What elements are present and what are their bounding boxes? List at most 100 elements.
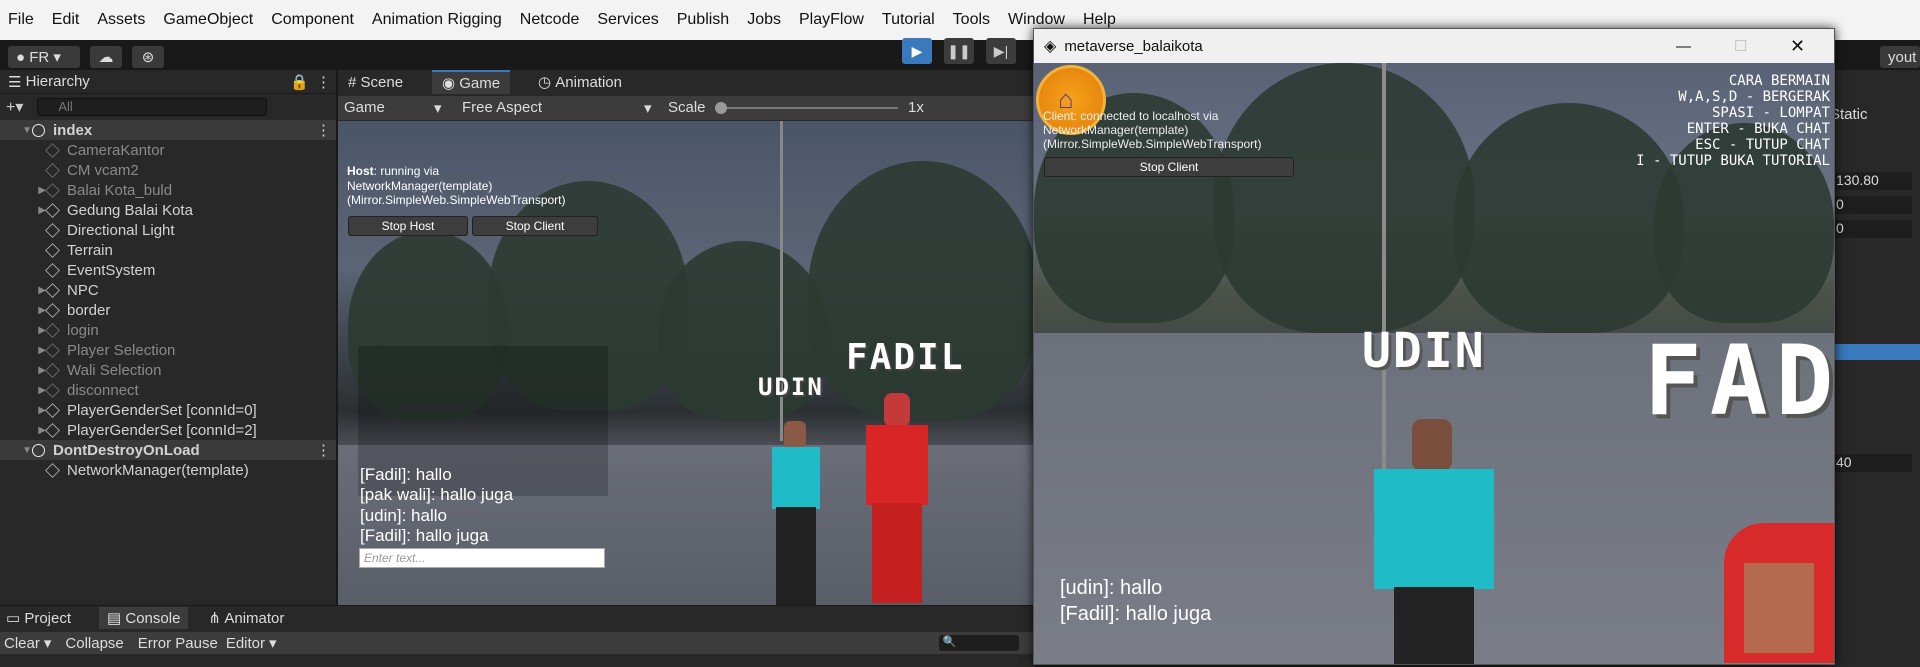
hierarchy-scene-row[interactable]: ▼ DontDestroyOnLoad ⋮ (0, 440, 336, 460)
console-search-input[interactable]: 🔍 (938, 635, 1019, 651)
hierarchy-item[interactable]: ▶ border (0, 300, 336, 320)
layout-dropdown[interactable]: yout (1880, 46, 1920, 68)
tab-project[interactable]: ▭ Project (6, 609, 71, 627)
player-name-label: UDIN (758, 373, 824, 401)
menu-item-component[interactable]: Component (271, 11, 354, 29)
menu-item-gameobject[interactable]: GameObject (163, 11, 253, 29)
selected-field[interactable] (1820, 344, 1920, 360)
hierarchy-item-label: Player Selection (67, 341, 176, 359)
hierarchy-scene-row[interactable]: ▼ index ⋮ (0, 120, 336, 140)
tab-animation[interactable]: ◷ Animation (528, 70, 632, 94)
tab-animator[interactable]: ⋔ Animator (208, 609, 284, 627)
tab-scene[interactable]: # Scene (338, 70, 413, 94)
hierarchy-item[interactable]: ▶ Wali Selection (0, 360, 336, 380)
hierarchy-item[interactable]: ▶ NPC (0, 280, 336, 300)
collab-icon[interactable]: ⊛ (132, 46, 164, 68)
position-x-field[interactable]: 130.80 (1832, 172, 1912, 190)
step-button[interactable]: ▶| (986, 38, 1016, 64)
hierarchy-item[interactable]: ▶ login (0, 320, 336, 340)
stop-client-button[interactable]: Stop Client (1044, 157, 1294, 177)
foldout-arrow-icon[interactable]: ▶ (0, 185, 46, 196)
more-icon[interactable]: ⋮ (316, 441, 331, 459)
menu-item-tutorial[interactable]: Tutorial (882, 11, 935, 29)
hierarchy-item[interactable]: Terrain (0, 240, 336, 260)
add-icon[interactable]: +▾ (6, 97, 23, 117)
hierarchy-item[interactable]: ▶ Gedung Balai Kota (0, 200, 336, 220)
menu-item-services[interactable]: Services (597, 11, 658, 29)
menu-item-jobs[interactable]: Jobs (747, 11, 781, 29)
host-status-line3: (Mirror.SimpleWeb.SimpleWebTransport) (347, 193, 566, 207)
hierarchy-item[interactable]: ▶ Balai Kota_buld (0, 180, 336, 200)
editor-dropdown-icon: ▾ (269, 635, 277, 652)
menu-item-publish[interactable]: Publish (677, 11, 729, 29)
hierarchy-search-input[interactable]: All (37, 98, 268, 116)
aspect-dropdown[interactable]: Free Aspect (462, 99, 542, 116)
menu-item-netcode[interactable]: Netcode (520, 11, 580, 29)
hierarchy-item-label: disconnect (67, 381, 139, 399)
foldout-arrow-icon[interactable]: ▶ (0, 405, 46, 416)
foldout-arrow-icon[interactable]: ▶ (0, 285, 46, 296)
tab-console[interactable]: ▤ Console (99, 607, 189, 629)
menu-item-edit[interactable]: Edit (52, 11, 80, 29)
maximize-icon[interactable]: ☐ (1734, 37, 1747, 55)
menu-item-playflow[interactable]: PlayFlow (799, 11, 864, 29)
foldout-arrow-icon[interactable]: ▶ (0, 205, 46, 216)
foldout-arrow-icon[interactable]: ▶ (0, 425, 46, 436)
value-field[interactable]: 40 (1832, 454, 1912, 472)
menu-item-animation-rigging[interactable]: Animation Rigging (372, 11, 502, 29)
foldout-arrow-icon[interactable]: ▶ (0, 345, 46, 356)
hierarchy-item[interactable]: CameraKantor (0, 140, 336, 160)
scale-slider-handle[interactable] (715, 102, 727, 114)
close-icon[interactable]: ✕ (1790, 36, 1805, 57)
scene-icon (32, 443, 45, 457)
lock-icon[interactable]: 🔒 (290, 73, 309, 91)
minimize-icon[interactable]: — (1676, 38, 1691, 55)
hierarchy-item[interactable]: NetworkManager(template) (0, 460, 336, 480)
hierarchy-item[interactable]: ▶ PlayerGenderSet [connId=0] (0, 400, 336, 420)
cloud-icon[interactable]: ☁ (90, 46, 122, 68)
game-viewport[interactable]: Host: running via NetworkManager(templat… (338, 121, 1035, 605)
foldout-arrow-icon[interactable]: ▶ (0, 305, 46, 316)
more-icon[interactable]: ⋮ (316, 121, 331, 139)
menu-item-assets[interactable]: Assets (97, 11, 145, 29)
gameobject-icon (45, 462, 60, 478)
gameobject-icon (45, 162, 60, 178)
clear-button[interactable]: Clear (4, 635, 40, 652)
hierarchy-item[interactable]: CM vcam2 (0, 160, 336, 180)
hierarchy-item[interactable]: ▶ disconnect (0, 380, 336, 400)
collapse-button[interactable]: Collapse (65, 635, 123, 652)
display-dropdown[interactable]: Game (344, 99, 385, 116)
client-status-line2: NetworkManager(template) (1043, 123, 1189, 137)
chat-input[interactable]: Enter text... (359, 548, 605, 568)
pause-button[interactable]: ❚❚ (944, 38, 974, 64)
foldout-arrow-icon[interactable]: ▼ (0, 445, 32, 456)
gameobject-icon (45, 422, 60, 438)
menu-item-file[interactable]: File (8, 11, 34, 29)
foldout-arrow-icon[interactable]: ▶ (0, 365, 46, 376)
menu-item-window[interactable]: Window (1008, 11, 1065, 29)
menu-item-help[interactable]: Help (1083, 11, 1116, 29)
account-dropdown[interactable]: ● FR ▾ (8, 46, 80, 68)
position-z-field[interactable]: 0 (1832, 220, 1912, 238)
stop-host-button[interactable]: Stop Host (348, 216, 468, 236)
editor-dropdown[interactable]: Editor (226, 635, 265, 652)
stop-client-button[interactable]: Stop Client (472, 216, 598, 236)
clear-dropdown-icon[interactable]: ▾ (44, 634, 52, 652)
more-icon[interactable]: ⋮ (316, 73, 331, 91)
scale-slider[interactable] (718, 107, 898, 109)
hierarchy-item[interactable]: Directional Light (0, 220, 336, 240)
game-window-viewport[interactable]: ⌂ Client: connected to localhost via Net… (1034, 63, 1834, 664)
foldout-arrow-icon[interactable]: ▶ (0, 325, 46, 336)
hierarchy-item[interactable]: ▶ Player Selection (0, 340, 336, 360)
hierarchy-item-label: Balai Kota_buld (67, 181, 173, 199)
gameobject-icon (45, 302, 60, 318)
hierarchy-item[interactable]: ▶ PlayerGenderSet [connId=2] (0, 420, 336, 440)
foldout-arrow-icon[interactable]: ▶ (0, 385, 46, 396)
menu-item-tools[interactable]: Tools (953, 11, 990, 29)
error-pause-button[interactable]: Error Pause (138, 635, 218, 652)
position-y-field[interactable]: 0 (1832, 196, 1912, 214)
play-button[interactable]: ▶ (902, 38, 932, 64)
hierarchy-item[interactable]: EventSystem (0, 260, 336, 280)
tab-game[interactable]: ◉ Game (432, 70, 511, 94)
foldout-arrow-icon[interactable]: ▼ (0, 125, 32, 136)
